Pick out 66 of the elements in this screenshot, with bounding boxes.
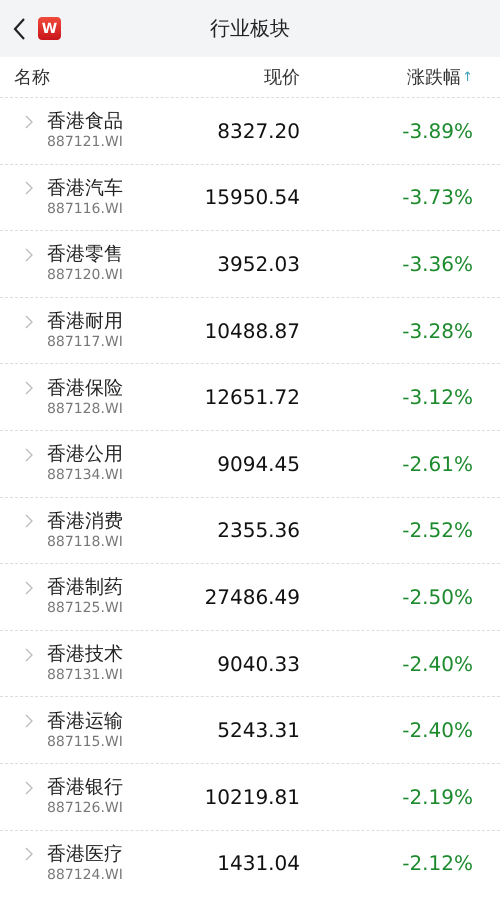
- app-logo[interactable]: W: [38, 17, 61, 40]
- sector-code: 887128.WI: [47, 400, 123, 419]
- back-icon[interactable]: [12, 16, 26, 40]
- column-header[interactable]: 涨跌幅: [407, 65, 462, 89]
- column-header[interactable]: 名称: [14, 65, 185, 89]
- price: 10219.81: [204, 784, 300, 809]
- price: 10488.87: [204, 318, 300, 343]
- change-percent: -2.50%: [401, 584, 473, 609]
- price: 8327.20: [216, 118, 300, 143]
- sector-name[interactable]: 香港保险: [47, 376, 123, 400]
- sector-code: 887115.WI: [47, 732, 123, 752]
- price: 9040.33: [216, 652, 300, 676]
- sector-code: 887116.WI: [47, 200, 123, 219]
- page-title: 行业板块: [210, 16, 290, 40]
- price: 5243.31: [216, 718, 300, 742]
- price: 27486.49: [204, 584, 300, 609]
- sector-code: 887121.WI: [47, 133, 123, 152]
- sector-name[interactable]: 香港食品: [47, 109, 123, 134]
- change-percent: -3.12%: [401, 385, 473, 410]
- sector-code: 887117.WI: [47, 333, 123, 352]
- sector-code: 887134.WI: [47, 466, 123, 486]
- chevron-icon: [25, 514, 33, 528]
- change-percent: -2.12%: [401, 851, 473, 876]
- chevron-icon: [25, 648, 33, 662]
- chevron-icon: [25, 847, 33, 862]
- sector-code: 887118.WI: [47, 532, 123, 552]
- change-percent: -2.52%: [401, 518, 473, 542]
- change-percent: -3.89%: [401, 118, 473, 143]
- sector-name[interactable]: 香港耐用: [47, 309, 123, 334]
- price: 3952.03: [216, 252, 300, 276]
- sector-code: 887125.WI: [47, 599, 123, 618]
- sector-name[interactable]: 香港消费: [47, 508, 123, 533]
- sector-name[interactable]: 香港汽车: [47, 176, 123, 200]
- sector-name[interactable]: 香港零售: [47, 242, 123, 266]
- chevron-icon: [25, 181, 33, 196]
- change-percent: -3.36%: [401, 252, 473, 276]
- sector-name[interactable]: 香港公用: [47, 442, 123, 466]
- change-percent: -2.40%: [401, 718, 473, 742]
- sector-name[interactable]: 香港制药: [47, 575, 123, 600]
- price: 1431.04: [216, 851, 300, 876]
- change-percent: -3.73%: [401, 185, 473, 210]
- chevron-icon: [25, 780, 33, 795]
- chevron-icon: [25, 714, 33, 728]
- chevron-icon: [25, 114, 33, 129]
- change-percent: -2.61%: [401, 452, 473, 476]
- price: 15950.54: [204, 185, 300, 210]
- sector-code: 887126.WI: [47, 799, 123, 818]
- chevron-icon: [25, 580, 33, 595]
- sector-code: 887131.WI: [47, 666, 123, 686]
- change-percent: -2.40%: [401, 652, 473, 676]
- price: 12651.72: [204, 385, 300, 410]
- sector-name[interactable]: 香港医疗: [47, 842, 123, 866]
- price: 9094.45: [216, 452, 300, 476]
- sector-name[interactable]: 香港技术: [47, 642, 123, 666]
- chevron-icon: [25, 448, 33, 462]
- sector-code: 887124.WI: [47, 866, 123, 885]
- change-percent: -3.28%: [401, 318, 473, 343]
- column-header[interactable]: 现价: [264, 67, 300, 88]
- sector-code: 887120.WI: [47, 266, 123, 286]
- sector-name[interactable]: 香港银行: [47, 775, 123, 800]
- sector-name[interactable]: 香港运输: [47, 708, 123, 733]
- change-percent: -2.19%: [401, 784, 473, 809]
- chevron-icon: [25, 248, 33, 262]
- chevron-icon: [25, 381, 33, 396]
- price: 2355.36: [216, 518, 300, 542]
- chevron-icon: [25, 314, 33, 329]
